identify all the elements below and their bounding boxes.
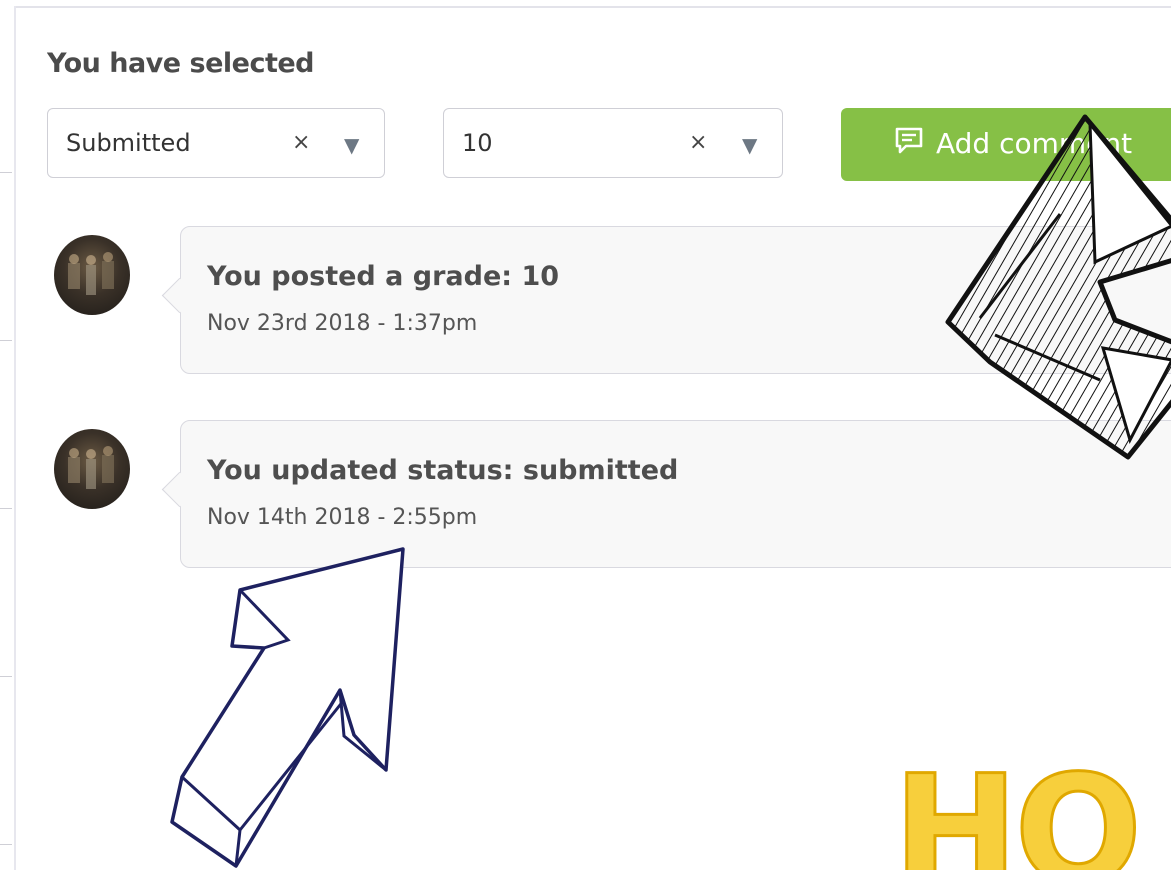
feed-item: You posted a grade: 10 Nov 23rd 2018 - 1… xyxy=(161,226,1171,374)
feed-item: You updated status: submitted Nov 14th 2… xyxy=(161,420,1171,568)
edge-tick xyxy=(0,508,12,509)
clear-icon[interactable]: × xyxy=(292,130,310,155)
page: You have selected A Submitted × ▼ 10 × ▼… xyxy=(0,0,1171,870)
edge-tick xyxy=(0,340,12,341)
status-select-value: Submitted xyxy=(66,129,191,157)
feed-item-timestamp: Nov 23rd 2018 - 1:37pm xyxy=(207,311,478,336)
chevron-down-icon[interactable]: ▼ xyxy=(742,133,757,157)
feed-item-timestamp: Nov 14th 2018 - 2:55pm xyxy=(207,505,478,530)
clear-icon[interactable]: × xyxy=(689,130,707,155)
arrow-up-right-icon xyxy=(170,547,405,868)
grade-select-value: 10 xyxy=(462,129,493,157)
comment-icon xyxy=(893,125,925,161)
status-select[interactable]: Submitted × ▼ xyxy=(47,108,385,178)
edge-tick xyxy=(0,844,12,845)
corner-brand-text: HO xyxy=(891,744,1143,870)
add-comment-label: Add comment xyxy=(936,127,1133,160)
edge-tick xyxy=(0,676,12,677)
edge-tick xyxy=(0,172,12,173)
left-divider xyxy=(14,6,16,870)
top-divider xyxy=(14,6,1171,8)
feed-item-title: You posted a grade: 10 xyxy=(207,261,560,292)
avatar xyxy=(54,235,130,315)
bubble-pointer xyxy=(161,471,198,508)
chevron-down-icon[interactable]: ▼ xyxy=(344,133,359,157)
avatar xyxy=(54,429,130,509)
bubble-pointer xyxy=(161,277,198,314)
feed-item-title: You updated status: submitted xyxy=(207,455,679,486)
grade-select[interactable]: 10 × ▼ xyxy=(443,108,783,178)
add-comment-button[interactable]: Add comment xyxy=(841,108,1171,181)
page-title: You have selected A xyxy=(47,48,315,79)
